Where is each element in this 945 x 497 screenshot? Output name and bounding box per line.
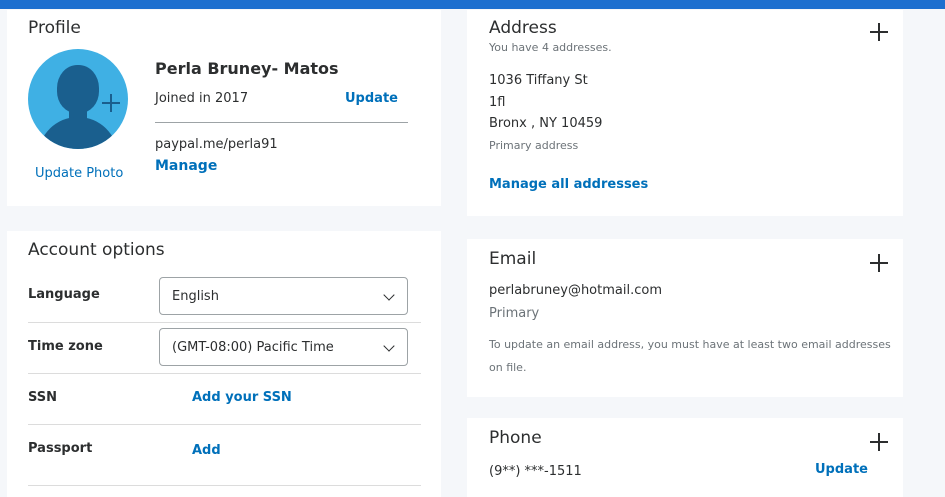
profile-name: Perla Bruney- Matos <box>155 59 339 78</box>
timezone-select-value: (GMT-08:00) Pacific Time <box>172 340 334 355</box>
address-line-3: Bronx , NY 10459 <box>489 116 603 131</box>
add-ssn-link[interactable]: Add your SSN <box>192 390 292 405</box>
add-email-icon[interactable] <box>869 253 889 273</box>
address-card: Address You have 4 addresses. 1036 Tiffa… <box>467 10 903 216</box>
language-label: Language <box>28 287 100 302</box>
email-address: perlabruney@hotmail.com <box>489 283 662 298</box>
account-options-title: Account options <box>28 240 165 260</box>
manage-paypalme-link[interactable]: Manage <box>155 158 217 174</box>
passport-row: Passport Add <box>28 425 421 486</box>
profile-card: Profile Update Photo Perla Bruney- Matos… <box>7 10 441 206</box>
divider <box>155 122 408 123</box>
manage-all-addresses-link[interactable]: Manage all addresses <box>489 177 648 192</box>
update-profile-link[interactable]: Update <box>345 91 398 106</box>
add-phone-icon[interactable] <box>869 432 889 452</box>
email-note-line-1: To update an email address, you must hav… <box>489 338 891 351</box>
add-photo-icon[interactable] <box>102 94 120 112</box>
add-address-icon[interactable] <box>869 22 889 42</box>
address-title: Address <box>489 18 557 38</box>
address-line-2: 1fl <box>489 95 506 110</box>
language-select-value: English <box>172 289 219 304</box>
address-count: You have 4 addresses. <box>489 41 612 54</box>
ssn-label: SSN <box>28 390 58 405</box>
phone-card: Phone (9**) ***-1511 Update <box>467 418 903 497</box>
joined-date: Joined in 2017 <box>155 91 249 106</box>
email-title: Email <box>489 249 537 269</box>
email-primary-label: Primary <box>489 306 540 321</box>
timezone-label: Time zone <box>28 339 103 354</box>
language-select[interactable]: English <box>159 277 408 315</box>
add-passport-link[interactable]: Add <box>192 443 221 458</box>
phone-title: Phone <box>489 428 542 448</box>
language-row: Language English <box>28 273 421 323</box>
top-header-bar <box>0 0 945 9</box>
ssn-row: SSN Add your SSN <box>28 374 421 425</box>
passport-label: Passport <box>28 441 93 456</box>
chevron-down-icon <box>383 289 395 301</box>
primary-address-label: Primary address <box>489 139 579 152</box>
phone-number: (9**) ***-1511 <box>489 464 582 479</box>
chevron-down-icon <box>383 340 395 352</box>
email-note-line-2: on file. <box>489 361 527 374</box>
address-line-1: 1036 Tiffany St <box>489 73 588 88</box>
timezone-select[interactable]: (GMT-08:00) Pacific Time <box>159 328 408 366</box>
account-options-card: Account options Language English Time zo… <box>7 231 441 497</box>
paypalme-link-text: paypal.me/perla91 <box>155 137 278 152</box>
update-photo-link[interactable]: Update Photo <box>35 166 123 181</box>
update-phone-link[interactable]: Update <box>815 462 868 477</box>
timezone-row: Time zone (GMT-08:00) Pacific Time <box>28 323 421 374</box>
profile-title: Profile <box>28 18 81 38</box>
email-card: Email perlabruney@hotmail.com Primary To… <box>467 239 903 397</box>
